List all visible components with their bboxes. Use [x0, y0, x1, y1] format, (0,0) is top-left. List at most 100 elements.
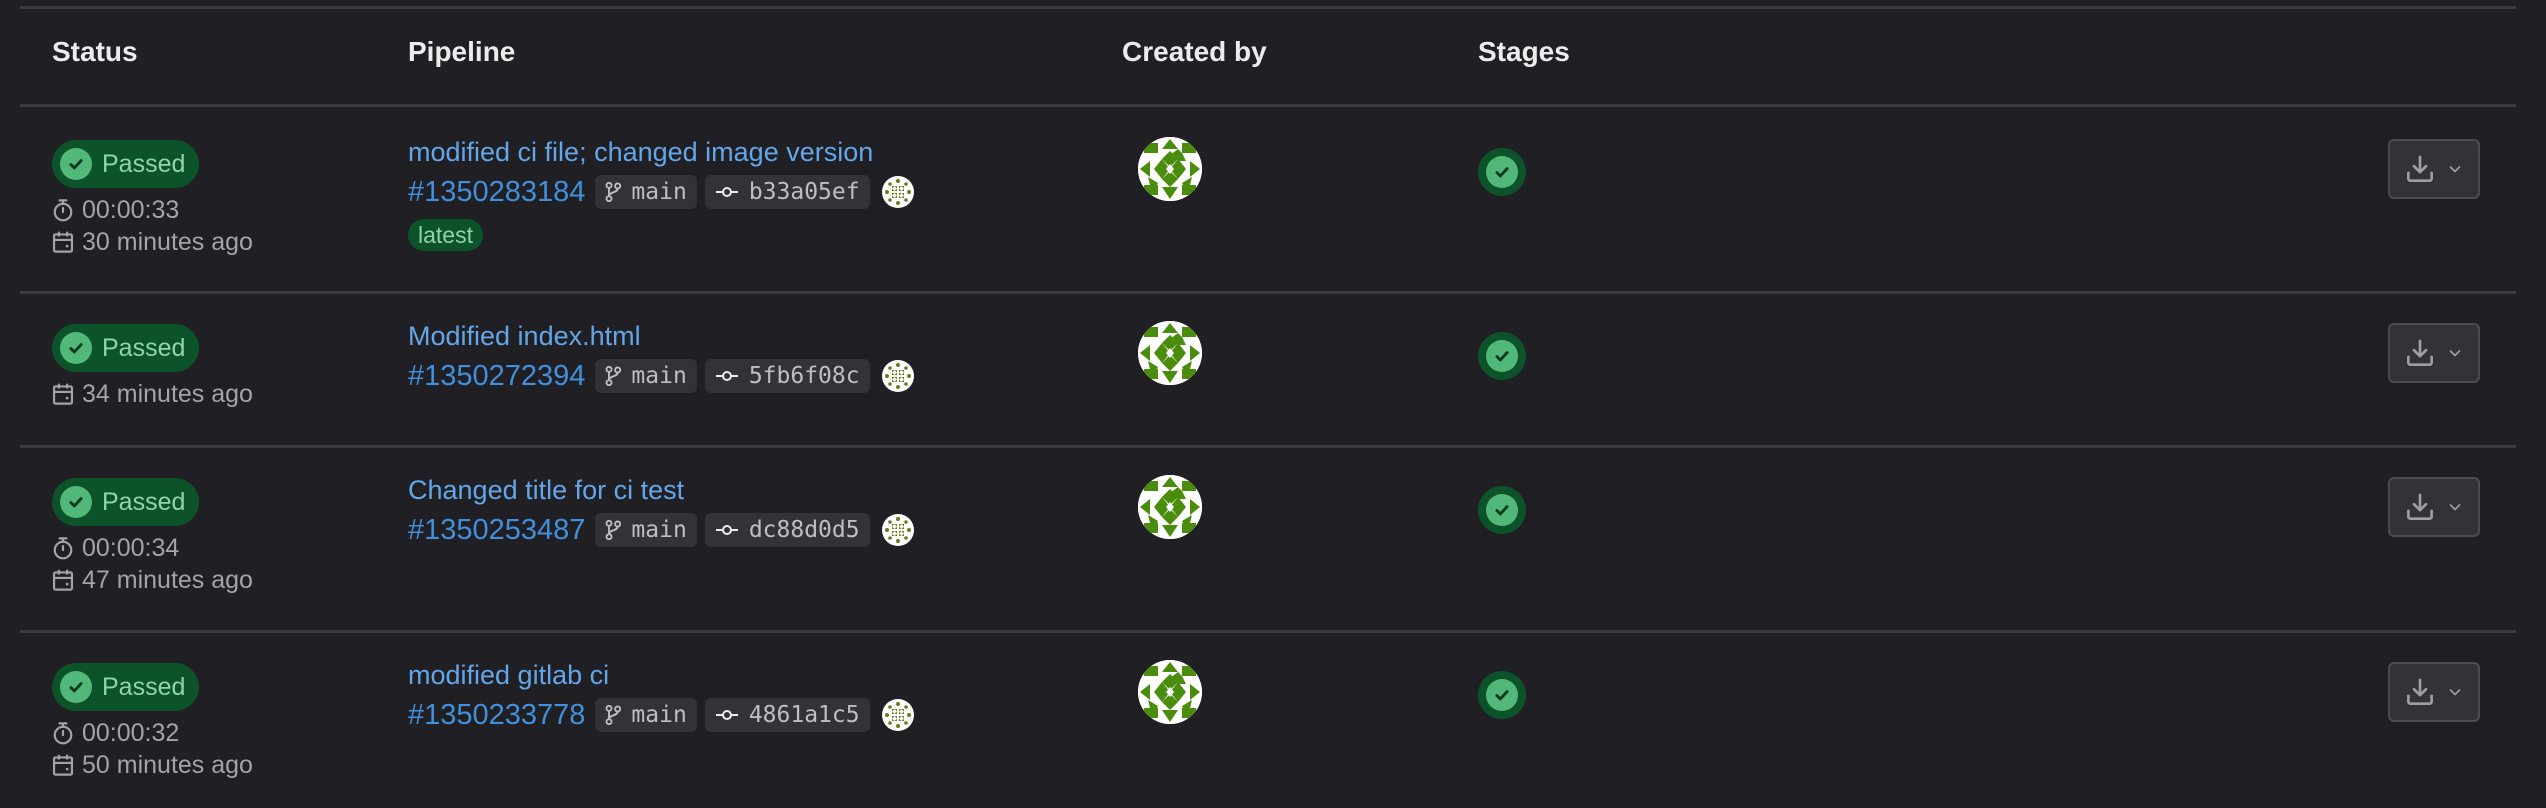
- chevron-down-icon: [2449, 166, 2461, 173]
- chevron-down-icon: [2449, 689, 2461, 696]
- status-cell: Passed 00:00:34 47 minutes ago: [52, 478, 253, 596]
- actions-cell: [2388, 477, 2480, 537]
- timer-icon: [53, 722, 73, 745]
- commit-title-link[interactable]: Modified index.html: [408, 319, 914, 353]
- creator-avatar[interactable]: [1138, 321, 1202, 385]
- commit-title-link[interactable]: modified gitlab ci: [408, 658, 914, 692]
- status-badge[interactable]: Passed: [52, 663, 200, 711]
- duration-text: 00:00:33: [82, 195, 180, 224]
- status-cell: Passed 34 minutes ago: [52, 324, 253, 410]
- calendar-icon: [52, 569, 74, 591]
- header-stages: Stages: [1478, 36, 1570, 67]
- duration: 00:00:34: [52, 532, 253, 564]
- stage-passed-icon[interactable]: [1478, 148, 1526, 196]
- download-icon: [2407, 678, 2433, 705]
- commit-chip[interactable]: b33a05ef: [704, 175, 870, 209]
- created-by-cell: [1138, 137, 1202, 201]
- status-badge[interactable]: Passed: [52, 140, 200, 188]
- pipeline-cell: Modified index.html #1350272394 main 5fb…: [408, 319, 914, 395]
- actions-cell: [2388, 139, 2480, 199]
- finished-time: 47 minutes ago: [52, 564, 253, 596]
- pipeline-cell: modified gitlab ci #1350233778 main 4861…: [408, 658, 914, 734]
- branch-chip[interactable]: main: [595, 698, 697, 732]
- creator-avatar[interactable]: [1138, 660, 1202, 724]
- branch-name: main: [631, 702, 687, 728]
- table-row: Passed 00:00:33 30 minutes ago modified …: [20, 107, 2516, 291]
- commit-chip[interactable]: dc88d0d5: [704, 513, 870, 547]
- branch-chip[interactable]: main: [595, 359, 697, 393]
- actions-cell: [2388, 662, 2480, 722]
- commit-author-avatar[interactable]: [881, 514, 914, 546]
- timer-icon: [53, 537, 73, 560]
- pipeline-id-link[interactable]: #1350253487: [408, 514, 585, 547]
- actions-cell: [2388, 323, 2480, 383]
- created-by-cell: [1138, 321, 1202, 385]
- calendar-icon: [52, 754, 74, 776]
- chevron-down-icon: [2449, 350, 2461, 357]
- creator-avatar[interactable]: [1138, 137, 1202, 201]
- timer-icon: [53, 199, 73, 222]
- download-icon: [2407, 339, 2433, 366]
- branch-icon: [605, 365, 622, 387]
- table-row: Passed 34 minutes ago Modified index.htm…: [20, 291, 2516, 445]
- stages-cell: [1478, 671, 1526, 719]
- commit-title-link[interactable]: Changed title for ci test: [408, 473, 914, 507]
- check-circle-icon: [60, 486, 92, 518]
- created-by-cell: [1138, 660, 1202, 724]
- status-label: Passed: [102, 487, 186, 516]
- commit-author-avatar[interactable]: [881, 176, 914, 208]
- download-artifacts-button[interactable]: [2388, 139, 2480, 199]
- download-artifacts-button[interactable]: [2388, 662, 2480, 722]
- check-circle-icon: [60, 332, 92, 364]
- download-artifacts-button[interactable]: [2388, 477, 2480, 537]
- download-artifacts-button[interactable]: [2388, 323, 2480, 383]
- commit-chip[interactable]: 5fb6f08c: [704, 359, 870, 393]
- latest-badge: latest: [408, 219, 483, 251]
- commit-title-link[interactable]: modified ci file; changed image version: [408, 135, 914, 169]
- header-created-by: Created by: [1122, 36, 1267, 67]
- branch-chip[interactable]: main: [595, 175, 697, 209]
- commit-sha: 4861a1c5: [748, 702, 860, 728]
- commit-author-avatar[interactable]: [881, 360, 914, 392]
- stage-passed-icon[interactable]: [1478, 486, 1526, 534]
- finished-text: 50 minutes ago: [82, 750, 253, 779]
- finished-time: 30 minutes ago: [52, 226, 253, 258]
- header-pipeline: Pipeline: [408, 36, 516, 67]
- branch-chip[interactable]: main: [595, 513, 697, 547]
- status-badge[interactable]: Passed: [52, 478, 200, 526]
- table-row: Passed 00:00:34 47 minutes ago Changed t…: [20, 445, 2516, 630]
- pipeline-id-link[interactable]: #1350233778: [408, 699, 585, 732]
- branch-icon: [605, 181, 622, 203]
- header-status: Status: [52, 36, 138, 67]
- status-cell: Passed 00:00:33 30 minutes ago: [52, 140, 253, 258]
- branch-name: main: [631, 517, 687, 543]
- commit-chip[interactable]: 4861a1c5: [704, 698, 870, 732]
- finished-time: 50 minutes ago: [52, 749, 253, 781]
- created-by-cell: [1138, 475, 1202, 539]
- commit-sha: dc88d0d5: [748, 517, 860, 543]
- stages-cell: [1478, 486, 1526, 534]
- branch-icon: [605, 519, 622, 541]
- branch-icon: [605, 704, 622, 726]
- status-label: Passed: [102, 333, 186, 362]
- download-icon: [2407, 493, 2433, 520]
- status-cell: Passed 00:00:32 50 minutes ago: [52, 663, 253, 781]
- pipeline-id-link[interactable]: #1350272394: [408, 360, 585, 393]
- creator-avatar[interactable]: [1138, 475, 1202, 539]
- stage-passed-icon[interactable]: [1478, 332, 1526, 380]
- duration-text: 00:00:34: [82, 533, 180, 562]
- chevron-down-icon: [2449, 504, 2461, 511]
- commit-icon: [715, 710, 738, 720]
- commit-author-avatar[interactable]: [881, 699, 914, 731]
- pipeline-id-link[interactable]: #1350283184: [408, 176, 585, 209]
- finished-time: 34 minutes ago: [52, 378, 253, 410]
- table-row: Passed 00:00:32 50 minutes ago modified …: [20, 630, 2516, 808]
- commit-icon: [715, 371, 738, 381]
- status-badge[interactable]: Passed: [52, 324, 200, 372]
- branch-name: main: [631, 179, 687, 205]
- finished-text: 34 minutes ago: [82, 379, 253, 408]
- commit-icon: [715, 525, 738, 535]
- stage-passed-icon[interactable]: [1478, 671, 1526, 719]
- stages-cell: [1478, 148, 1526, 196]
- commit-icon: [715, 187, 738, 197]
